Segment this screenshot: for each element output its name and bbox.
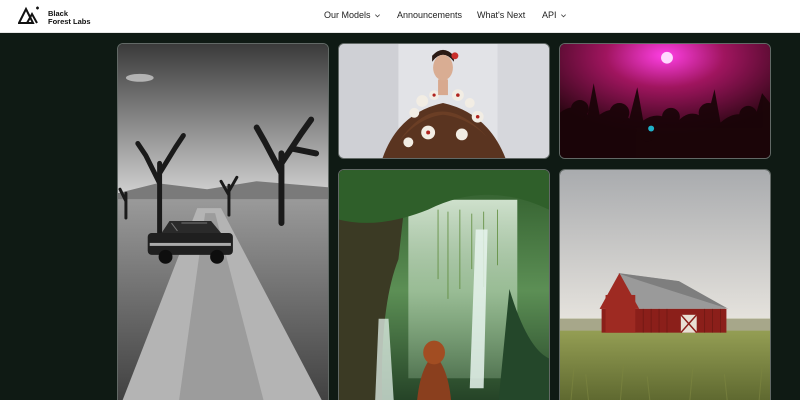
nav-api-label: API	[542, 10, 557, 20]
nav-whats-next[interactable]: What's Next	[477, 10, 525, 20]
concert-crowd-image[interactable]	[559, 43, 771, 159]
main-nav: Our Models Announcements What's Next API	[0, 0, 800, 33]
red-barn-image[interactable]	[559, 169, 771, 400]
nav-api[interactable]: API	[542, 10, 567, 20]
top-navbar: Black Forest Labs Our Models Announcemen…	[0, 0, 800, 33]
nav-announcements-label: Announcements	[397, 10, 463, 20]
bfl-logo-icon	[17, 6, 42, 29]
brand-name: Black Forest Labs	[48, 9, 108, 26]
nav-announcements[interactable]: Announcements	[397, 10, 462, 20]
fashion-model-image[interactable]	[338, 43, 550, 159]
desert-road-car-image[interactable]	[117, 43, 329, 400]
nav-whats-next-label: What's Next	[477, 10, 526, 20]
chevron-down-icon	[374, 13, 380, 17]
brand-name-line2: Forest Labs	[48, 16, 91, 26]
nav-our-models[interactable]: Our Models	[324, 10, 381, 20]
brand-logo-link[interactable]: Black Forest Labs	[17, 6, 108, 29]
nav-our-models-label: Our Models	[324, 10, 371, 20]
image-gallery	[0, 34, 800, 400]
chevron-down-icon	[560, 13, 566, 17]
forest-waterfall-image[interactable]	[338, 169, 550, 400]
